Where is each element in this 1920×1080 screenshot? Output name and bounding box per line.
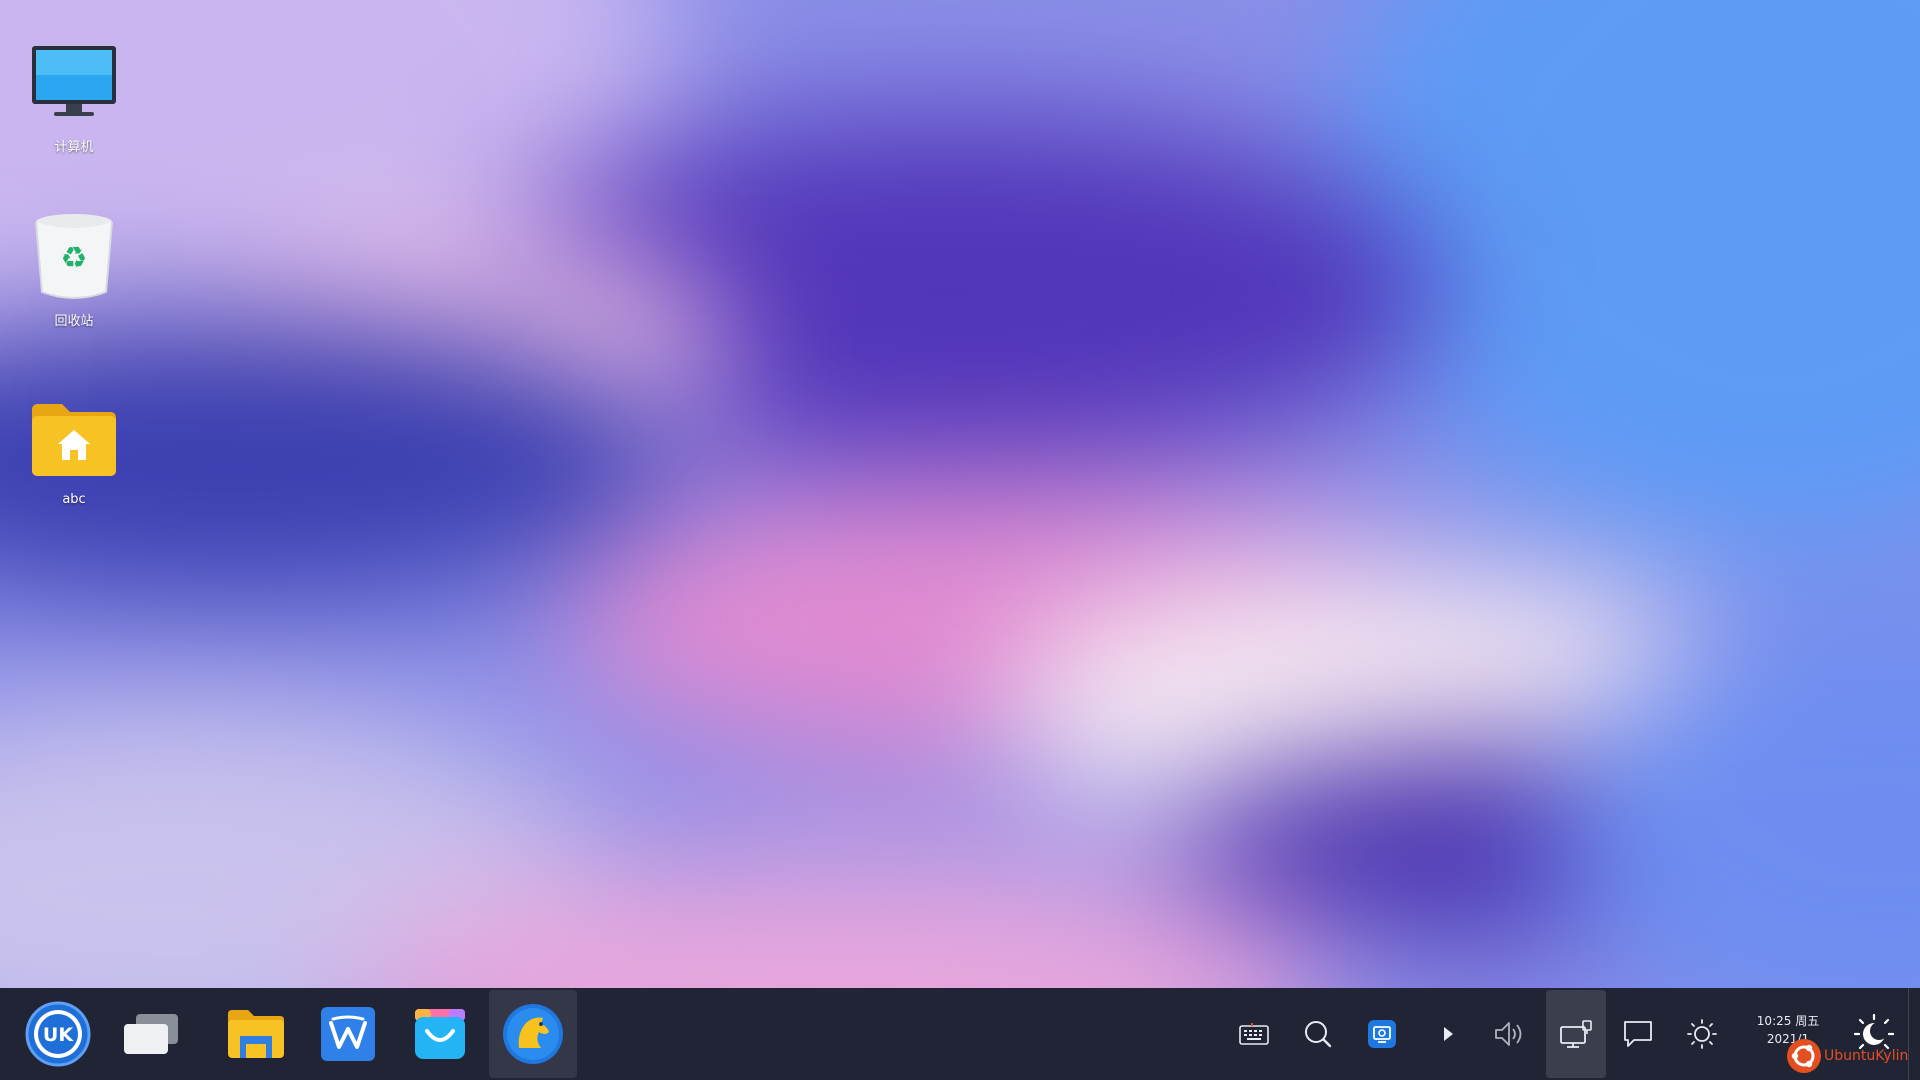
multitask-view-button[interactable] [114, 990, 190, 1078]
desktop-icon-label: 计算机 [54, 140, 94, 155]
wps-button[interactable] [310, 990, 386, 1078]
multitask-icon [124, 1014, 178, 1054]
show-desktop-button[interactable] [1908, 988, 1920, 1080]
file-manager-button[interactable] [218, 990, 294, 1078]
desktop[interactable]: 计算机 ♻ 回收站 abc [0, 0, 1920, 988]
search-icon [1305, 1021, 1332, 1048]
software-store-button[interactable] [402, 990, 478, 1078]
chat-bubble-icon [1624, 1021, 1652, 1047]
ukui-start-icon: UK [25, 1001, 91, 1067]
start-menu-button[interactable]: UK [20, 990, 96, 1078]
keyboard-icon [1239, 1023, 1269, 1045]
clock-time: 10:25 周五 [1756, 1014, 1820, 1028]
trash-icon: ♻ [26, 210, 122, 306]
desktop-icon-home-folder[interactable]: abc [14, 392, 134, 507]
triangle-right-icon [1444, 1027, 1453, 1041]
tray-expand-button[interactable] [1420, 988, 1476, 1080]
store-bag-icon [415, 1009, 465, 1059]
search-button[interactable] [1290, 988, 1346, 1080]
wps-icon [321, 1007, 375, 1061]
horse-browser-icon [503, 1004, 563, 1064]
brightness-button[interactable] [1674, 988, 1730, 1080]
desktop-icon-label: 回收站 [54, 314, 94, 329]
desktop-icon-label: abc [62, 492, 86, 507]
network-button[interactable] [1546, 990, 1606, 1078]
ubuntukylin-watermark: UbuntuKylin [1786, 1038, 1908, 1074]
network-wired-icon [1560, 1020, 1592, 1048]
desktop-icon-trash[interactable]: ♻ 回收站 [14, 210, 134, 329]
desktop-icon-computer[interactable]: 计算机 [14, 36, 134, 155]
volume-icon [1495, 1022, 1522, 1046]
folder-icon [228, 1010, 284, 1058]
ubuntukylin-logo-icon [1787, 1039, 1821, 1073]
keyboard-button[interactable] [1226, 988, 1282, 1080]
notifications-button[interactable] [1610, 988, 1666, 1080]
svg-text:UK: UK [43, 1024, 74, 1046]
taskbar: UK 10:25 周五 2021/1 UbuntuKylin [0, 988, 1920, 1080]
watermark-text: UbuntuKylin [1824, 1048, 1909, 1064]
svg-text:♻: ♻ [61, 241, 88, 276]
volume-button[interactable] [1482, 988, 1538, 1080]
computer-icon [26, 36, 122, 132]
screen-capture-icon [1368, 1020, 1396, 1048]
browser-button[interactable] [489, 990, 577, 1078]
sun-icon [1687, 1019, 1717, 1049]
home-folder-icon [26, 392, 122, 488]
screenshot-tool-button[interactable] [1354, 988, 1410, 1080]
wallpaper [0, 0, 1920, 988]
